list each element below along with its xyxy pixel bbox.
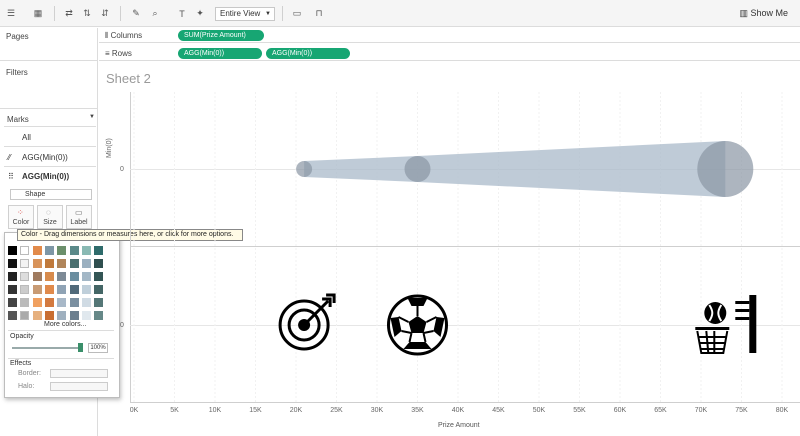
x-tick-label: 75K: [735, 407, 748, 414]
x-tick-label: 70K: [694, 407, 708, 414]
line-point[interactable]: [404, 156, 431, 182]
soccer-ball-icon[interactable]: [387, 294, 448, 356]
x-tick-label: 20K: [289, 407, 303, 414]
line-point[interactable]: [697, 141, 754, 197]
x-axis-title: Prize Amount: [438, 422, 480, 429]
line-point[interactable]: [296, 161, 313, 177]
line-segment[interactable]: [417, 141, 726, 197]
x-tick-label: 65K: [654, 407, 667, 414]
tableau-window: ☰ ▦ ⇄ ⇅ ⇵ ✎ ⌕ T ✦ Entire View ▼ ▭ ⊓ ▥ Sh…: [0, 0, 800, 436]
chart-canvas: [133, 92, 783, 402]
x-tick-label: 5K: [170, 407, 179, 414]
x-tick-label: 35K: [411, 407, 424, 414]
dartboard-target-icon[interactable]: [278, 293, 336, 351]
x-tick-label: 15K: [249, 407, 262, 414]
x-tick-label: 50K: [532, 407, 546, 414]
x-tick-label: 55K: [573, 407, 586, 414]
basketball-hoop-icon[interactable]: [695, 295, 757, 354]
line-segment[interactable]: [304, 156, 418, 182]
x-tick-label: 80K: [775, 407, 789, 414]
x-tick-label: 30K: [370, 407, 384, 414]
x-tick-label: 60K: [613, 407, 627, 414]
x-tick-label: 10K: [208, 407, 222, 414]
x-tick-label: 0K: [129, 407, 139, 414]
x-tick-label: 40K: [451, 407, 465, 414]
x-tick-label: 45K: [492, 407, 505, 414]
x-tick-label: 25K: [330, 407, 343, 414]
